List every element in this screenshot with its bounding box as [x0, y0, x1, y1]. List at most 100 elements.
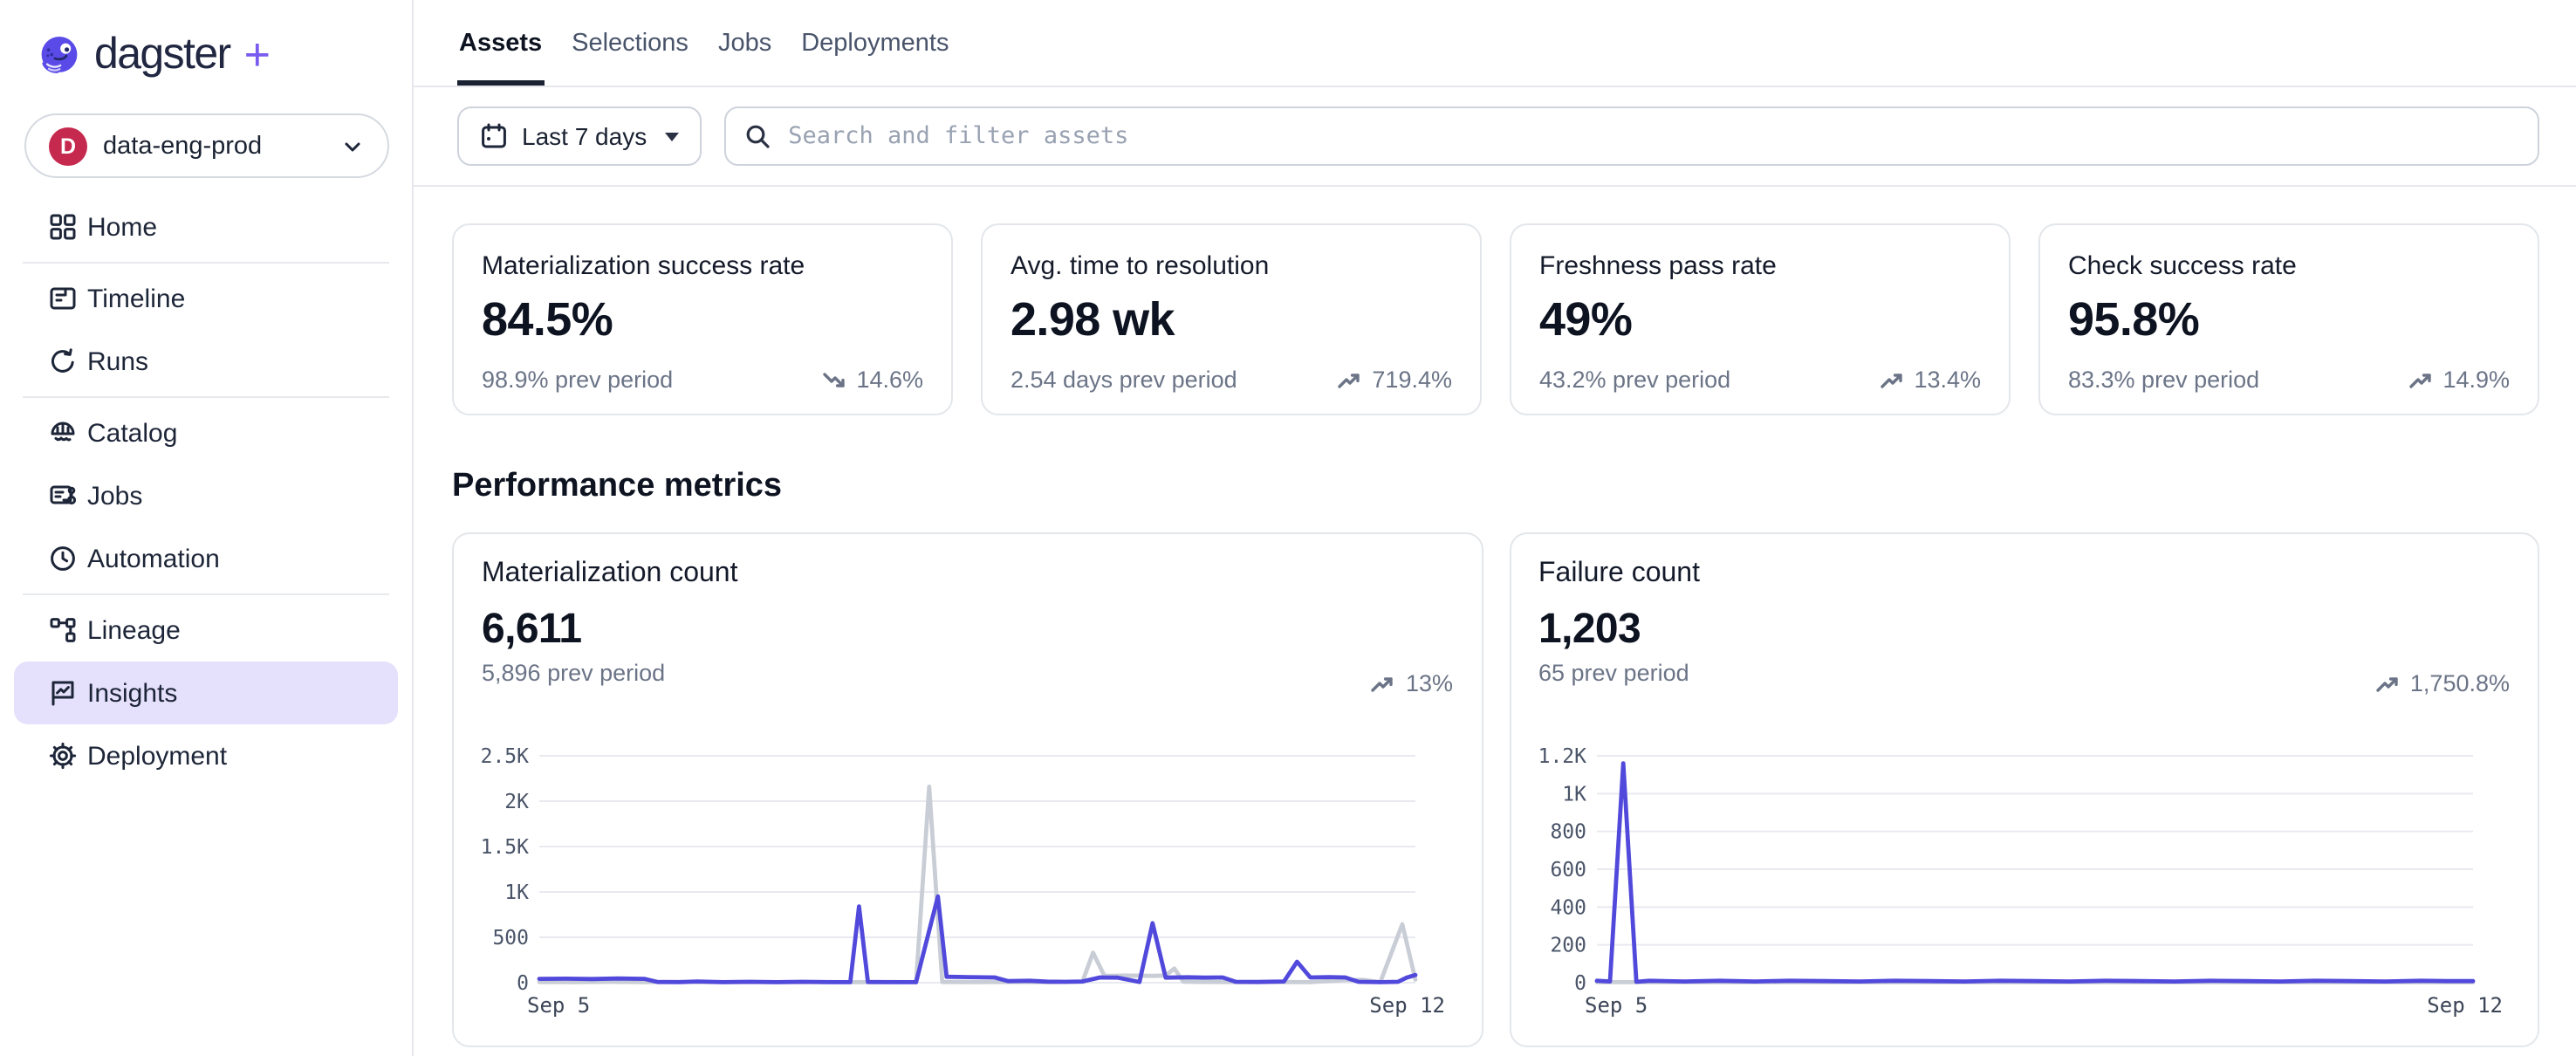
tab-jobs[interactable]: Jobs	[716, 0, 773, 86]
metric-trend-value: 719.4%	[1372, 367, 1452, 393]
svg-text:1K: 1K	[1561, 783, 1586, 806]
sidebar-item-catalog[interactable]: Catalog	[0, 401, 412, 464]
search-icon	[743, 122, 771, 150]
metric-trend: 14.6%	[821, 367, 923, 393]
search-box	[723, 106, 2539, 166]
chart-title: Materialization count	[482, 559, 1453, 590]
trend-up-icon	[1337, 369, 1363, 390]
filter-bar: Last 7 days	[414, 87, 2576, 187]
sidebar-item-home[interactable]: Home	[0, 195, 412, 258]
metric-title: Check success rate	[2068, 251, 2510, 281]
chart-prev-period: 5,896 prev period	[482, 660, 1453, 686]
chart-trend-value: 1,750.8%	[2410, 670, 2510, 696]
svg-text:600: 600	[1549, 859, 1586, 881]
metric-prev-period: 2.54 days prev period	[1011, 367, 1237, 393]
jobs-icon	[47, 480, 79, 511]
metric-card-avg-time-to-resolution: Avg. time to resolution 2.98 wk 2.54 day…	[981, 223, 1482, 415]
date-range-dropdown[interactable]: Last 7 days	[457, 106, 701, 166]
caret-down-icon	[664, 132, 678, 141]
sidebar-item-label: Deployment	[87, 741, 227, 771]
svg-text:200: 200	[1549, 935, 1586, 957]
chart-trend-value: 13%	[1406, 670, 1453, 696]
clock-icon	[47, 543, 79, 574]
svg-text:Sep 12: Sep 12	[2426, 993, 2502, 1018]
metric-prev-period: 83.3% prev period	[2068, 367, 2259, 393]
failure-count-line-chart[interactable]: 1.2K 1K 800 600 400 200 0Sep 5 Sep 12	[1538, 738, 2516, 1021]
metric-trend: 13.4%	[1879, 367, 1981, 393]
trend-up-icon	[2375, 673, 2401, 694]
trend-up-icon	[1371, 673, 1397, 694]
metric-value: 84.5%	[482, 293, 923, 347]
svg-text:0: 0	[517, 972, 529, 995]
metric-title: Materialization success rate	[482, 251, 923, 281]
gear-icon	[47, 740, 79, 771]
metric-trend-value: 13.4%	[1914, 367, 1981, 393]
metric-value: 2.98 wk	[1011, 293, 1452, 347]
sidebar-item-label: Home	[87, 212, 157, 242]
tab-deployments[interactable]: Deployments	[799, 0, 950, 86]
app-root: dagster + D data-eng-prod Home Time	[0, 0, 2576, 1056]
top-tabs: Assets Selections Jobs Deployments	[414, 0, 2576, 87]
sidebar-item-label: Automation	[87, 544, 220, 573]
trend-up-icon	[2408, 369, 2434, 390]
sidebar-item-runs[interactable]: Runs	[0, 330, 412, 393]
svg-text:Sep 12: Sep 12	[1369, 993, 1445, 1018]
sidebar-divider	[23, 262, 389, 264]
metric-card-materialization-success-rate: Materialization success rate 84.5% 98.9%…	[452, 223, 953, 415]
dagster-octopus-icon	[37, 32, 82, 78]
svg-text:0: 0	[1573, 972, 1586, 995]
runs-loop-icon	[47, 346, 79, 377]
sidebar-item-deployment[interactable]: Deployment	[0, 724, 412, 787]
sidebar-item-automation[interactable]: Automation	[0, 527, 412, 590]
performance-metrics-heading: Performance metrics	[452, 468, 2539, 506]
timeline-icon	[47, 283, 79, 314]
svg-text:Sep 5: Sep 5	[1584, 993, 1647, 1018]
svg-text:1.5K: 1.5K	[482, 836, 529, 859]
chart-row: Materialization count 6,611 5,896 prev p…	[452, 532, 2539, 1047]
tab-selections[interactable]: Selections	[570, 0, 690, 86]
svg-text:Sep 5: Sep 5	[527, 993, 590, 1018]
metric-card-check-success-rate: Check success rate 95.8% 83.3% prev peri…	[2038, 223, 2539, 415]
sidebar-item-label: Runs	[87, 346, 148, 376]
brand-plus-badge: +	[244, 28, 271, 82]
svg-text:400: 400	[1549, 896, 1586, 919]
sidebar-divider	[23, 396, 389, 398]
dagster-logo[interactable]: dagster +	[0, 0, 412, 82]
search-input[interactable]	[784, 120, 2520, 152]
svg-text:800: 800	[1549, 821, 1586, 844]
insights-content: Materialization success rate 84.5% 98.9%…	[414, 187, 2576, 1056]
trend-up-icon	[1879, 369, 1905, 390]
sidebar-item-label: Lineage	[87, 615, 181, 645]
svg-text:1.2K: 1.2K	[1538, 745, 1586, 768]
deployment-switcher[interactable]: D data-eng-prod	[24, 113, 389, 178]
deployment-avatar: D	[49, 127, 87, 165]
chart-prev-period: 65 prev period	[1538, 660, 2510, 686]
trend-down-icon	[821, 369, 847, 390]
metric-trend-value: 14.9%	[2442, 367, 2510, 393]
deployment-name: data-eng-prod	[103, 132, 325, 160]
metric-title: Freshness pass rate	[1539, 251, 1981, 281]
metric-prev-period: 43.2% prev period	[1539, 367, 1730, 393]
lineage-graph-icon	[47, 614, 79, 646]
sidebar-item-timeline[interactable]: Timeline	[0, 267, 412, 330]
sidebar-item-label: Timeline	[87, 284, 185, 313]
sidebar-item-label: Insights	[87, 678, 177, 708]
metric-value: 49%	[1539, 293, 1981, 347]
sidebar-item-lineage[interactable]: Lineage	[0, 599, 412, 662]
tab-assets[interactable]: Assets	[457, 0, 544, 86]
main-area: Assets Selections Jobs Deployments Last …	[414, 0, 2576, 1056]
home-grid-icon	[47, 211, 79, 243]
sidebar-item-insights[interactable]: Insights	[14, 662, 398, 724]
chart-trend: 1,750.8%	[2375, 670, 2510, 696]
insights-flag-chart-icon	[47, 677, 79, 709]
chevron-down-icon	[340, 134, 365, 158]
sidebar-item-label: Jobs	[87, 481, 142, 511]
sidebar-item-jobs[interactable]: Jobs	[0, 464, 412, 527]
metric-trend-value: 14.6%	[856, 367, 923, 393]
chart-card-failure-count: Failure count 1,203 65 prev period 1,750…	[1509, 532, 2539, 1047]
sidebar: dagster + D data-eng-prod Home Time	[0, 0, 414, 1056]
svg-text:500: 500	[492, 927, 529, 950]
chart-title: Failure count	[1538, 559, 2510, 590]
brand-wordmark: dagster	[94, 30, 230, 80]
materialization-count-line-chart[interactable]: 2.5K2K1.5K1K5000Sep 5Sep 12	[482, 738, 1456, 1021]
